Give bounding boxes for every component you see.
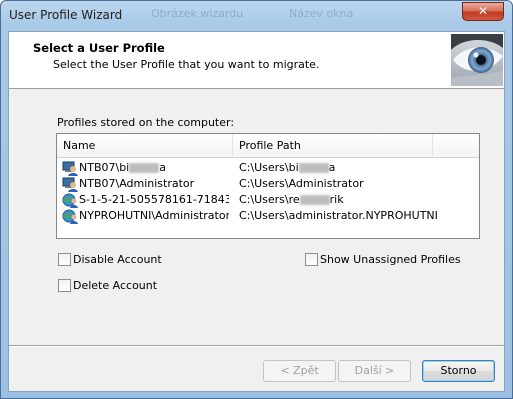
footer-separator xyxy=(9,345,504,347)
next-button[interactable]: Další > xyxy=(338,360,411,382)
user-profile-icon xyxy=(62,160,78,176)
user-profile-icon xyxy=(62,176,78,192)
profile-name: NTB07\Administrator xyxy=(79,177,195,190)
checkbox-box[interactable] xyxy=(58,253,71,266)
profiles-group-label: Profiles stored on the computer: xyxy=(57,116,235,129)
show-unassigned-profiles-label[interactable]: Show Unassigned Profiles xyxy=(320,252,461,267)
eye-logo-icon xyxy=(451,34,503,86)
domain-user-icon xyxy=(62,208,78,224)
profiles-list[interactable]: Name Profile Path NTB07\bi a C:\Users\bi a… xyxy=(56,133,480,239)
back-button[interactable]: < Zpět xyxy=(263,360,336,382)
profile-path: C:\Users\bi a xyxy=(239,161,336,174)
list-header: Name Profile Path xyxy=(57,134,479,158)
checkbox-box[interactable] xyxy=(58,279,71,292)
page-title: Select a User Profile xyxy=(33,41,165,55)
domain-user-icon xyxy=(62,192,78,208)
window-title: User Profile Wizard xyxy=(9,8,123,22)
cancel-button[interactable]: Storno xyxy=(422,360,495,382)
wizard-window: User Profile Wizard Obrázek wizardu Náze… xyxy=(0,0,513,399)
table-row[interactable]: NTB07\Administrator C:\Users\Administrat… xyxy=(57,176,479,192)
close-icon: ✕ xyxy=(477,4,489,18)
profile-name: NYPROHUTNI\Administrator xyxy=(79,209,229,222)
column-header-name[interactable]: Name xyxy=(57,134,233,157)
close-button[interactable]: ✕ xyxy=(462,2,504,21)
profile-name: NTB07\bi a xyxy=(79,161,166,174)
profile-name: S-1-5-21-505578161-7184389... xyxy=(79,193,229,206)
background-window-title: Obrázek wizardu xyxy=(151,7,244,20)
table-row[interactable]: NTB07\bi a C:\Users\bi a xyxy=(57,160,479,176)
wizard-client-area: Select a User Profile Select the User Pr… xyxy=(8,31,505,392)
title-bar[interactable]: User Profile Wizard Obrázek wizardu Náze… xyxy=(1,1,512,29)
profile-path: C:\Users\administrator.NYPROHUTNI xyxy=(239,209,438,222)
checkbox-box[interactable] xyxy=(305,253,318,266)
page-subtitle: Select the User Profile that you want to… xyxy=(53,58,320,71)
table-row[interactable]: S-1-5-21-505578161-7184389... C:\Users\r… xyxy=(57,192,479,208)
profile-path: C:\Users\Administrator xyxy=(239,177,364,190)
delete-account-label[interactable]: Delete Account xyxy=(73,278,157,293)
profile-path: C:\Users\re rik xyxy=(239,193,344,206)
disable-account-label[interactable]: Disable Account xyxy=(73,252,162,267)
table-row[interactable]: NYPROHUTNI\Administrator C:\Users\admini… xyxy=(57,208,479,224)
background-window-title: Název okna xyxy=(289,7,354,20)
column-header-profile-path[interactable]: Profile Path xyxy=(233,134,433,157)
wizard-header: Select a User Profile Select the User Pr… xyxy=(9,32,504,89)
